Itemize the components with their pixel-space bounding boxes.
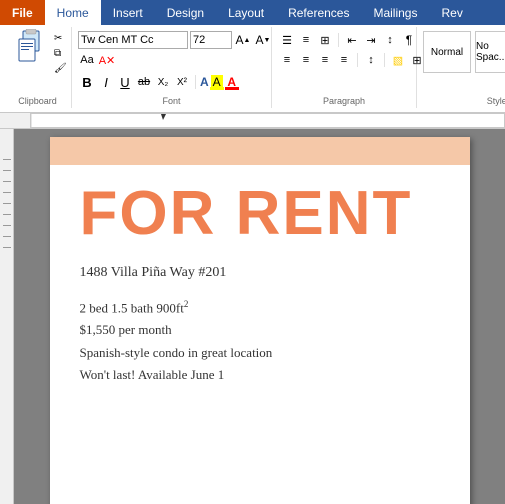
line-spacing-button[interactable]: ↕ [362,51,380,69]
shading-button[interactable]: ▧ [389,51,407,69]
paste-button[interactable] [10,29,52,74]
strikethrough-button[interactable]: ab [135,73,153,91]
increase-indent-button[interactable]: ⇥ [362,31,380,49]
clear-format-button[interactable]: A✕ [98,51,116,69]
font-group: A▲ A▼ Aa A✕ B I U ab X₂ X² A A [72,27,272,108]
font-color-button[interactable]: A [225,75,239,90]
styles-label: Styles [417,96,505,106]
format-painter-button[interactable]: 🖌 [54,63,67,74]
tab-references[interactable]: References [276,0,361,25]
details-text: 2 bed 1.5 bath 900ft2 $1,550 per month S… [80,297,440,386]
italic-button[interactable]: I [97,73,115,91]
ribbon-tabs: File Home Insert Design Layout Reference… [0,0,505,25]
clipboard-group: ✂ ⧉ 🖌 Clipboard [4,27,72,108]
tab-home[interactable]: Home [45,0,101,25]
ribbon-toolbar: ✂ ⧉ 🖌 Clipboard A▲ A▼ Aa A✕ B I U ab [0,25,505,113]
paragraph-group: ☰ ≡ ⊞ ⇤ ⇥ ↕ ¶ ≡ ≡ ≡ ≡ ↕ ▧ ⊞ Paragraph [272,27,417,108]
align-center-button[interactable]: ≡ [297,51,315,69]
document-page: FOR RENT 1488 Villa Piña Way #201 2 bed … [50,137,470,504]
cut-button[interactable]: ✂ [54,33,67,44]
address-text: 1488 Villa Piña Way #201 [80,265,440,281]
highlight-color-button[interactable]: A [210,75,224,90]
increase-font-button[interactable]: A▲ [234,31,252,49]
tab-layout[interactable]: Layout [216,0,276,25]
text-effects-button[interactable]: A [200,75,209,89]
document-area: FOR RENT 1488 Villa Piña Way #201 2 bed … [0,129,505,504]
sort-button[interactable]: ↕ [381,31,399,49]
underline-button[interactable]: U [116,73,134,91]
tab-insert[interactable]: Insert [101,0,155,25]
multilevel-list-button[interactable]: ⊞ [316,31,334,49]
justify-button[interactable]: ≡ [335,51,353,69]
ruler-area [0,113,505,129]
decrease-indent-button[interactable]: ⇤ [343,31,361,49]
subscript-button[interactable]: X₂ [154,73,172,91]
tab-file[interactable]: File [0,0,45,25]
align-left-button[interactable]: ≡ [278,51,296,69]
detail-line-4: Won't last! Available June 1 [80,364,440,386]
copy-button[interactable]: ⧉ [54,48,67,59]
bullets-button[interactable]: ☰ [278,31,296,49]
styles-group: Normal No Spac... Heading 1 Styles [417,27,505,108]
left-margin [0,129,14,504]
align-right-button[interactable]: ≡ [316,51,334,69]
bold-button[interactable]: B [78,73,96,91]
font-name-input[interactable] [78,31,188,49]
page-banner [50,137,470,165]
detail-line-1: 2 bed 1.5 bath 900ft2 [80,297,440,319]
clipboard-label: Clipboard [4,96,71,106]
font-size-input[interactable] [190,31,232,49]
show-marks-button[interactable]: ¶ [400,31,418,49]
for-rent-title: FOR RENT [80,183,440,245]
tab-mailings[interactable]: Mailings [361,0,429,25]
no-spacing-style[interactable]: No Spac... [475,31,505,73]
tab-rev[interactable]: Rev [429,0,474,25]
detail-line-2: $1,550 per month [80,319,440,341]
tab-design[interactable]: Design [155,0,216,25]
normal-style[interactable]: Normal [423,31,471,73]
detail-line-3: Spanish-style condo in great location [80,342,440,364]
change-case-button[interactable]: Aa [78,51,96,69]
superscript-button[interactable]: X² [173,73,191,91]
page-wrapper: FOR RENT 1488 Villa Piña Way #201 2 bed … [14,129,505,504]
page-content: FOR RENT 1488 Villa Piña Way #201 2 bed … [50,165,470,406]
numbering-button[interactable]: ≡ [297,31,315,49]
paragraph-label: Paragraph [272,96,416,106]
font-label: Font [72,96,271,106]
ruler [30,113,505,128]
decrease-font-button[interactable]: A▼ [254,31,272,49]
